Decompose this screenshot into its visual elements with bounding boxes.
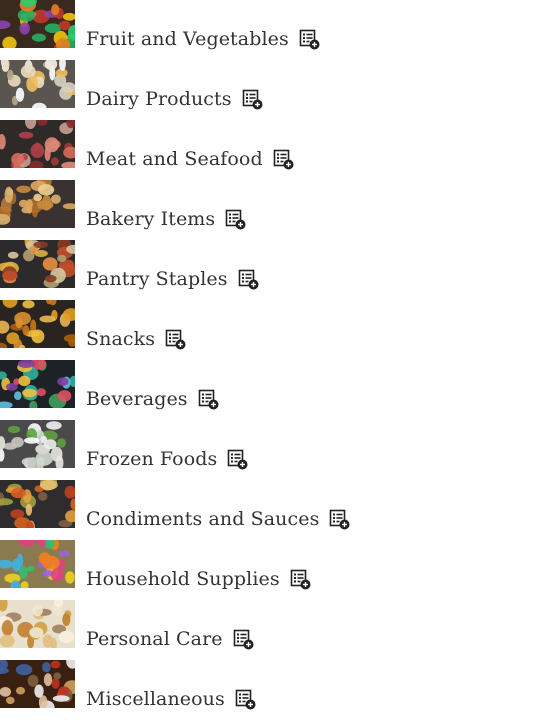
add-to-list-icon[interactable] [290, 569, 312, 591]
add-to-list-icon[interactable] [273, 149, 295, 171]
category-row[interactable]: Dairy Products [0, 60, 551, 120]
category-label[interactable]: Pantry Staples [86, 268, 228, 290]
category-label[interactable]: Personal Care [86, 628, 223, 650]
add-to-list-icon[interactable] [165, 329, 187, 351]
add-to-list-icon[interactable] [242, 89, 264, 111]
category-row[interactable]: Frozen Foods [0, 420, 551, 480]
category-thumbnail[interactable] [0, 60, 75, 108]
category-row[interactable]: Bakery Items [0, 180, 551, 240]
category-label[interactable]: Fruit and Vegetables [86, 28, 289, 50]
category-thumbnail[interactable] [0, 600, 75, 648]
category-label[interactable]: Household Supplies [86, 568, 280, 590]
category-thumbnail[interactable] [0, 420, 75, 468]
category-thumbnail[interactable] [0, 300, 75, 348]
category-list: Fruit and Vegetables Dairy Products Meat a… [0, 0, 551, 720]
category-row[interactable]: Beverages [0, 360, 551, 420]
category-label[interactable]: Miscellaneous [86, 688, 225, 710]
category-row[interactable]: Fruit and Vegetables [0, 0, 551, 60]
category-label[interactable]: Frozen Foods [86, 448, 217, 470]
add-to-list-icon[interactable] [329, 509, 351, 531]
add-to-list-icon[interactable] [225, 209, 247, 231]
add-to-list-icon[interactable] [235, 689, 257, 711]
category-row[interactable]: Meat and Seafood [0, 120, 551, 180]
category-thumbnail[interactable] [0, 660, 75, 708]
category-row[interactable]: Personal Care [0, 600, 551, 660]
category-thumbnail[interactable] [0, 360, 75, 408]
category-thumbnail[interactable] [0, 540, 75, 588]
add-to-list-icon[interactable] [198, 389, 220, 411]
category-label[interactable]: Beverages [86, 388, 188, 410]
add-to-list-icon[interactable] [299, 29, 321, 51]
category-thumbnail[interactable] [0, 120, 75, 168]
category-row[interactable]: Household Supplies [0, 540, 551, 600]
category-thumbnail[interactable] [0, 180, 75, 228]
add-to-list-icon[interactable] [238, 269, 260, 291]
category-thumbnail[interactable] [0, 480, 75, 528]
category-thumbnail[interactable] [0, 240, 75, 288]
category-label[interactable]: Dairy Products [86, 88, 232, 110]
category-label[interactable]: Bakery Items [86, 208, 215, 230]
category-row[interactable]: Snacks [0, 300, 551, 360]
category-label[interactable]: Condiments and Sauces [86, 508, 319, 530]
add-to-list-icon[interactable] [233, 629, 255, 651]
category-row[interactable]: Condiments and Sauces [0, 480, 551, 540]
category-label[interactable]: Meat and Seafood [86, 148, 263, 170]
category-thumbnail[interactable] [0, 0, 75, 48]
add-to-list-icon[interactable] [227, 449, 249, 471]
category-row[interactable]: Miscellaneous [0, 660, 551, 720]
category-label[interactable]: Snacks [86, 328, 155, 350]
category-row[interactable]: Pantry Staples [0, 240, 551, 300]
